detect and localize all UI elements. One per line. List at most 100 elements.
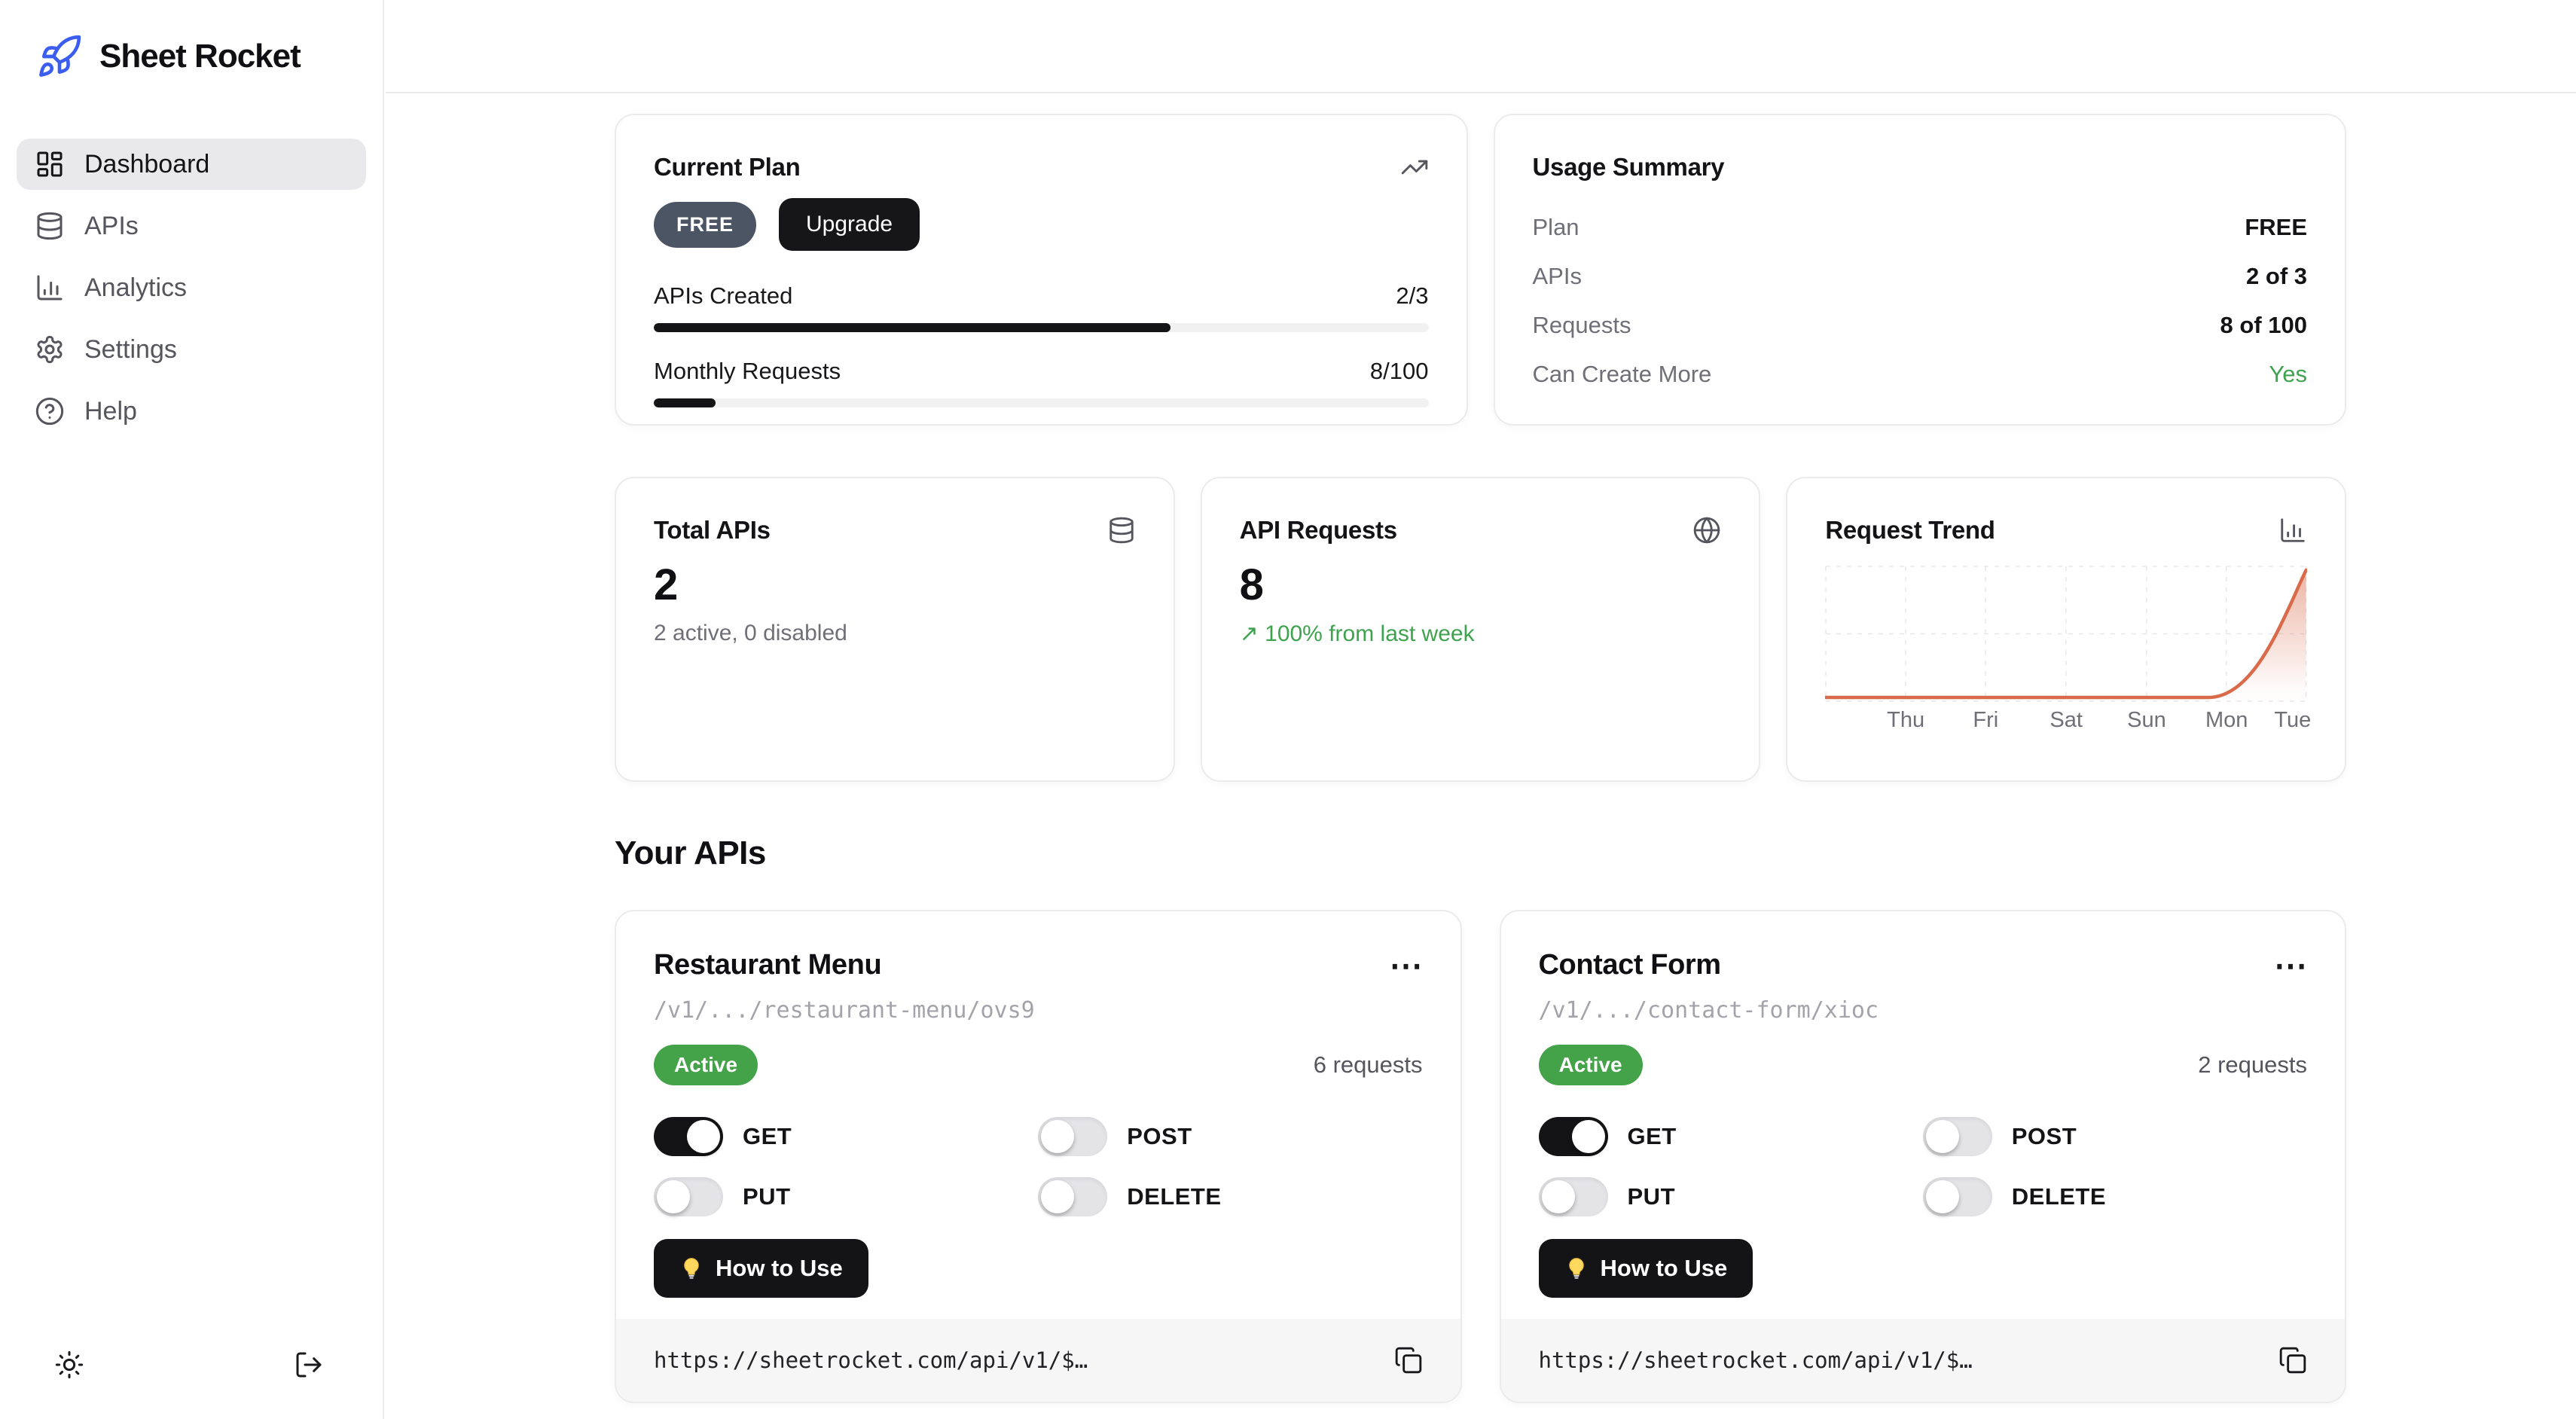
upgrade-button[interactable]: Upgrade <box>779 198 920 251</box>
copy-icon <box>2278 1346 2307 1375</box>
api-card-restaurant-menu: Restaurant Menu ⋯ /v1/.../restaurant-men… <box>615 910 1462 1403</box>
x-tick-label: Sat <box>2050 708 2083 733</box>
usage-value: 2 of 3 <box>2246 263 2307 290</box>
current-plan-title: Current Plan <box>654 153 800 182</box>
apis-created-progressbar <box>654 323 1429 332</box>
get-toggle[interactable] <box>654 1117 723 1156</box>
apis-created-metric: APIs Created 2/3 <box>654 282 1429 332</box>
request-trend-chart: Thu Fri Sat Sun Mon Tue <box>1825 566 2307 738</box>
post-toggle[interactable] <box>1038 1117 1107 1156</box>
total-apis-title: Total APIs <box>654 516 771 545</box>
more-options-button[interactable]: ⋯ <box>1390 949 1423 984</box>
method-get: GET <box>1539 1117 1923 1156</box>
copy-url-button[interactable] <box>2278 1346 2307 1375</box>
get-toggle[interactable] <box>1539 1117 1608 1156</box>
status-badge: Active <box>654 1045 758 1085</box>
api-url-bar: https://sheetrocket.com/api/v1/$… <box>1501 1319 2346 1402</box>
api-card-contact-form: Contact Form ⋯ /v1/.../contact-form/xioc… <box>1500 910 2347 1403</box>
x-tick-label: Sun <box>2127 708 2166 733</box>
delete-toggle[interactable] <box>1923 1177 1992 1216</box>
how-to-use-button[interactable]: How to Use <box>654 1239 868 1298</box>
metric-label: Monthly Requests <box>654 358 841 385</box>
api-url: https://sheetrocket.com/api/v1/$… <box>654 1347 1088 1373</box>
api-requests-title: API Requests <box>1240 516 1397 545</box>
put-toggle[interactable] <box>654 1177 723 1216</box>
metric-value: 8/100 <box>1370 358 1429 385</box>
method-label: DELETE <box>2012 1183 2106 1210</box>
api-requests-card: API Requests 8 ↗ 100% from last week <box>1201 477 1761 782</box>
usage-value: FREE <box>2245 214 2307 241</box>
usage-label: APIs <box>1533 263 1582 290</box>
usage-label: Can Create More <box>1533 361 1712 388</box>
usage-value: 8 of 100 <box>2220 312 2307 339</box>
sun-icon[interactable] <box>54 1350 84 1380</box>
sidebar-item-analytics[interactable]: Analytics <box>17 262 366 313</box>
sidebar: Sheet Rocket Dashboard APIs Analytics <box>0 0 384 1419</box>
status-badge: Active <box>1539 1045 1643 1085</box>
logout-icon[interactable] <box>294 1350 324 1380</box>
method-post: POST <box>1923 1117 2307 1156</box>
request-trend-title: Request Trend <box>1825 516 1995 545</box>
api-path: /v1/.../restaurant-menu/ovs9 <box>654 997 1423 1024</box>
usage-value: Yes <box>2269 361 2307 388</box>
usage-summary-card: Usage Summary Plan FREE APIs 2 of 3 Requ… <box>1494 114 2347 426</box>
trend-x-axis: Thu Fri Sat Sun Mon Tue <box>1825 708 2307 738</box>
database-icon <box>35 211 65 241</box>
method-label: PUT <box>1628 1183 1676 1210</box>
metric-label: APIs Created <box>654 282 792 310</box>
total-apis-value: 2 <box>654 561 1136 609</box>
app-logo: Sheet Rocket <box>17 33 366 80</box>
sidebar-item-label: Dashboard <box>84 150 209 179</box>
x-tick-label: Mon <box>2205 708 2248 733</box>
globe-icon <box>1692 516 1721 545</box>
sidebar-item-dashboard[interactable]: Dashboard <box>17 139 366 190</box>
api-name: Contact Form <box>1539 949 1721 981</box>
api-url-bar: https://sheetrocket.com/api/v1/$… <box>616 1319 1460 1402</box>
usage-row-plan: Plan FREE <box>1533 203 2308 252</box>
copy-icon <box>1394 1346 1423 1375</box>
monthly-requests-metric: Monthly Requests 8/100 <box>654 358 1429 407</box>
usage-row-can-create-more: Can Create More Yes <box>1533 349 2308 398</box>
x-tick-label: Thu <box>1887 708 1924 733</box>
total-apis-subtext: 2 active, 0 disabled <box>654 621 1136 646</box>
post-toggle[interactable] <box>1923 1117 1992 1156</box>
sidebar-item-settings[interactable]: Settings <box>17 324 366 375</box>
api-requests-subtext: ↗ 100% from last week <box>1240 621 1722 647</box>
app-title: Sheet Rocket <box>99 38 301 75</box>
method-label: POST <box>2012 1123 2077 1150</box>
metric-value: 2/3 <box>1396 282 1428 310</box>
main-area: Current Plan FREE Upgrade APIs Created 2… <box>386 0 2576 1419</box>
dashboard-icon <box>35 149 65 179</box>
help-icon <box>35 396 65 426</box>
more-options-button[interactable]: ⋯ <box>2274 949 2307 984</box>
your-apis-heading: Your APIs <box>615 835 2346 872</box>
request-trend-card: Request Trend <box>1786 477 2346 782</box>
method-toggles: GET POST PUT DELETE <box>1539 1117 2308 1216</box>
method-label: GET <box>1628 1123 1677 1150</box>
rocket-icon <box>36 33 83 80</box>
topbar <box>386 0 2576 93</box>
method-label: DELETE <box>1127 1183 1221 1210</box>
total-apis-card: Total APIs 2 2 active, 0 disabled <box>615 477 1175 782</box>
put-toggle[interactable] <box>1539 1177 1608 1216</box>
api-requests-value: 8 <box>1240 561 1722 609</box>
how-to-use-button[interactable]: How to Use <box>1539 1239 1753 1298</box>
sidebar-nav: Dashboard APIs Analytics Settings H <box>17 139 366 437</box>
method-delete: DELETE <box>1923 1177 2307 1216</box>
bar-chart-icon <box>2278 516 2307 545</box>
dashboard-content: Current Plan FREE Upgrade APIs Created 2… <box>386 93 2576 1403</box>
usage-row-requests: Requests 8 of 100 <box>1533 301 2308 349</box>
api-name: Restaurant Menu <box>654 949 881 981</box>
sidebar-item-label: Help <box>84 397 137 426</box>
method-get: GET <box>654 1117 1038 1156</box>
sidebar-item-help[interactable]: Help <box>17 386 366 437</box>
sidebar-item-apis[interactable]: APIs <box>17 200 366 252</box>
api-path: /v1/.../contact-form/xioc <box>1539 997 2308 1024</box>
settings-icon <box>35 334 65 365</box>
plan-badge: FREE <box>654 202 756 248</box>
request-count: 6 requests <box>1314 1051 1423 1079</box>
method-put: PUT <box>1539 1177 1923 1216</box>
copy-url-button[interactable] <box>1394 1346 1423 1375</box>
sidebar-footer <box>17 1350 366 1380</box>
delete-toggle[interactable] <box>1038 1177 1107 1216</box>
